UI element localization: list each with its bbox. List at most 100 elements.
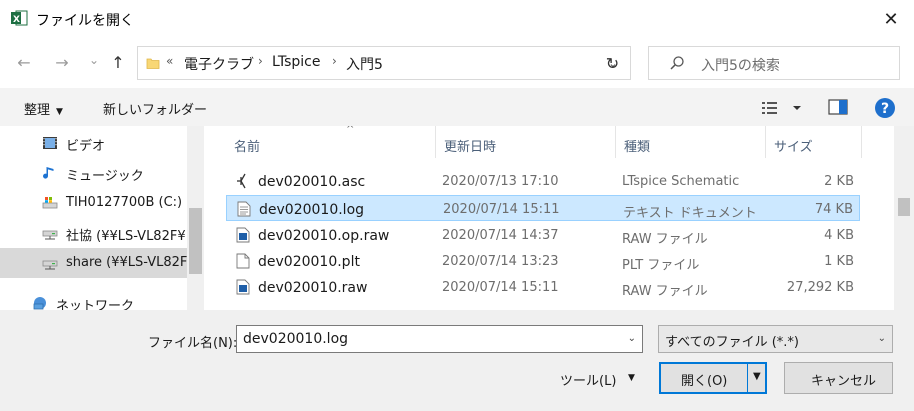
back-button[interactable]: ← — [14, 52, 34, 72]
file-name: dev020010.plt — [258, 254, 360, 270]
sidebar-item-videos[interactable]: ビデオ — [0, 128, 187, 158]
blank-file-icon — [236, 253, 250, 269]
command-bar: 整理 ▼ 新しいフォルダー — [0, 88, 914, 126]
sidebar-item-label: TIH0127700B (C:) — [66, 195, 183, 210]
open-options-caret-icon[interactable]: ▼ — [753, 371, 761, 382]
sidebar-item-music[interactable]: ミュージック — [0, 158, 187, 188]
file-type: PLT ファイル — [622, 258, 700, 273]
network-drive-icon — [42, 260, 58, 270]
column-header-name[interactable]: 名前 ^ — [226, 126, 436, 158]
search-icon — [670, 56, 684, 70]
sidebar-item-c-drive[interactable]: TIH0127700B (C:) — [0, 188, 187, 218]
search-placeholder: 入門5の検索 — [701, 58, 780, 74]
breadcrumb-separator-icon[interactable]: › — [332, 54, 337, 68]
help-button[interactable]: ? — [874, 97, 896, 119]
raw-file-icon — [236, 279, 250, 295]
scrollbar-thumb[interactable] — [189, 208, 202, 274]
music-icon — [43, 167, 54, 179]
file-list-scrollbar[interactable] — [894, 126, 914, 310]
file-name: dev020010.asc — [258, 174, 366, 190]
cancel-label: キャンセル — [811, 374, 877, 389]
file-list: 名前 ^ 更新日時 種類 サイズ dev020010.asc 2020/07/1… — [204, 126, 894, 310]
up-arrow-icon: ↑ — [111, 52, 125, 72]
address-bar[interactable]: « 電子クラブ › LTspice › 入門5 ⌄ — [137, 46, 631, 80]
column-header-label: 種類 — [624, 140, 651, 155]
details-view-icon — [762, 102, 777, 114]
svg-text:X: X — [13, 15, 20, 25]
up-button[interactable]: ↑ — [108, 52, 128, 72]
open-button[interactable]: 開く(O) ▼ — [659, 362, 767, 394]
open-label: 開く(O) — [681, 374, 728, 389]
overflow-chevron-icon[interactable]: « — [166, 54, 173, 68]
file-size: 4 KB — [824, 228, 854, 243]
video-folder-icon — [43, 137, 57, 149]
column-header-type[interactable]: 種類 — [616, 126, 766, 158]
close-button[interactable]: ✕ — [868, 0, 914, 38]
file-size: 27,292 KB — [786, 280, 854, 295]
refresh-button[interactable]: ↻ — [595, 46, 631, 80]
navigation-scrollbar[interactable] — [187, 126, 204, 310]
change-view-button[interactable] — [760, 99, 804, 117]
column-header-label: サイズ — [774, 140, 813, 155]
tools-label: ツール(L) — [560, 374, 617, 389]
file-type: LTspice Schematic — [622, 174, 740, 189]
file-row-selected[interactable]: dev020010.log 2020/07/14 15:11 テキスト ドキュメ… — [226, 195, 860, 221]
breadcrumb-denshi-club[interactable]: 電子クラブ — [184, 54, 254, 74]
preview-pane-button[interactable] — [828, 99, 848, 115]
column-header-date[interactable]: 更新日時 — [436, 126, 616, 158]
file-date: 2020/07/14 13:23 — [442, 254, 559, 269]
local-drive-icon — [42, 197, 58, 209]
file-type: テキスト ドキュメント — [623, 206, 757, 221]
network-icon — [33, 297, 46, 310]
excel-app-icon: X — [11, 10, 28, 26]
filename-label: ファイル名(N): — [148, 336, 238, 351]
file-name: dev020010.log — [259, 202, 365, 218]
sort-ascending-icon: ^ — [346, 126, 355, 135]
organize-menu-button[interactable]: 整理 ▼ — [24, 99, 63, 118]
text-file-icon — [237, 201, 251, 217]
breadcrumb-nyumon5[interactable]: 入門5 — [346, 54, 383, 74]
filename-field[interactable]: dev020010.log ⌄ — [236, 325, 643, 353]
file-date: 2020/07/14 14:37 — [442, 228, 559, 243]
file-date: 2020/07/14 15:11 — [443, 202, 560, 217]
scrollbar-thumb[interactable] — [898, 198, 910, 216]
breadcrumb-ltspice[interactable]: LTspice — [272, 54, 321, 70]
network-drive-icon — [42, 230, 58, 240]
chevron-down-icon[interactable]: ⌄ — [628, 333, 636, 344]
sidebar-item-network-drive-share[interactable]: share (¥¥LS-VL82F — [0, 248, 187, 278]
file-type: RAW ファイル — [622, 284, 708, 299]
filetype-value: すべてのファイル (*.*) — [665, 335, 799, 350]
sidebar-item-label: ビデオ — [66, 139, 106, 154]
breadcrumb-separator-icon[interactable]: › — [258, 54, 263, 68]
sidebar-item-label: ミュージック — [66, 169, 144, 184]
column-header-size[interactable]: サイズ — [766, 126, 862, 158]
sidebar-item-network[interactable]: ネットワーク — [0, 288, 187, 310]
search-box[interactable]: 入門5の検索 — [648, 46, 900, 80]
filetype-select[interactable]: すべてのファイル (*.*) ⌄ — [658, 325, 893, 353]
schematic-file-icon — [237, 173, 246, 189]
file-row[interactable]: dev020010.raw 2020/07/14 15:11 RAW ファイル … — [226, 274, 860, 300]
cancel-button[interactable]: キャンセル — [784, 362, 893, 394]
chevron-down-icon: ⌄ — [877, 333, 886, 344]
file-row[interactable]: dev020010.asc 2020/07/13 17:10 LTspice S… — [226, 168, 860, 194]
chevron-down-icon: ⌄ — [88, 53, 100, 67]
column-header-label: 更新日時 — [444, 140, 497, 155]
file-size: 74 KB — [814, 202, 853, 217]
forward-button[interactable]: → — [52, 52, 72, 72]
sidebar-item-label: share (¥¥LS-VL82F — [66, 255, 187, 270]
recent-locations-button[interactable]: ⌄ — [84, 50, 104, 70]
forward-arrow-icon: → — [55, 52, 69, 72]
sidebar-item-network-drive-shakyo[interactable]: 社協 (¥¥LS-VL82F¥ — [0, 218, 187, 248]
file-row[interactable]: dev020010.plt 2020/07/14 13:23 PLT ファイル … — [226, 248, 860, 274]
caret-down-icon — [793, 106, 801, 110]
new-folder-button[interactable]: 新しいフォルダー — [103, 99, 207, 118]
column-header-label: 名前 — [234, 140, 261, 155]
sidebar-item-label: ネットワーク — [56, 299, 135, 310]
title-bar: X ファイルを開く ✕ — [0, 0, 914, 38]
file-date: 2020/07/14 15:11 — [442, 280, 559, 295]
new-folder-label: 新しいフォルダー — [103, 103, 208, 118]
file-name: dev020010.raw — [258, 280, 368, 296]
file-row[interactable]: dev020010.op.raw 2020/07/14 14:37 RAW ファ… — [226, 222, 860, 248]
caret-down-icon: ▼ — [628, 373, 635, 383]
tools-menu-button[interactable]: ツール(L) ▼ — [560, 370, 635, 389]
